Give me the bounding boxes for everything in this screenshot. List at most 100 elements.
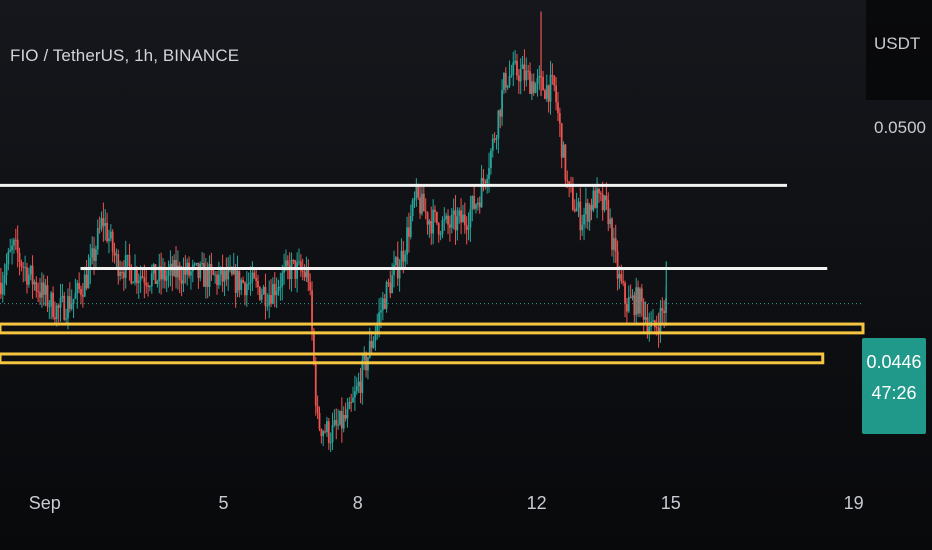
candle-body — [631, 295, 634, 298]
date-axis-tick: 8 — [352, 493, 363, 513]
candle-body — [663, 310, 666, 314]
candle-body — [190, 271, 192, 276]
candle-body — [516, 60, 518, 76]
candle-body — [499, 110, 502, 117]
candle-body — [547, 85, 550, 102]
candle-body — [109, 231, 112, 239]
candle-body — [136, 269, 138, 284]
candle-body — [57, 305, 60, 308]
candle-body — [108, 238, 110, 242]
candle-body — [353, 391, 356, 398]
candle-body — [292, 259, 295, 261]
candle-body — [167, 270, 170, 276]
candle-body — [614, 238, 617, 252]
candle-body — [18, 252, 21, 263]
candle-body — [273, 283, 276, 296]
candle-body — [29, 265, 32, 275]
candle-body — [93, 248, 95, 261]
candle-body — [536, 78, 539, 84]
price-chart[interactable] — [0, 0, 932, 550]
candle-body — [579, 201, 582, 231]
candle-body — [557, 102, 559, 113]
candle-body — [586, 202, 589, 222]
candle-body — [517, 75, 520, 82]
candle-body — [544, 90, 546, 99]
candle-body — [262, 286, 265, 295]
candle-body — [63, 295, 66, 320]
candle-body — [359, 381, 362, 393]
candle-body — [482, 178, 485, 182]
candle-body — [503, 73, 505, 91]
candle-body — [568, 181, 571, 184]
candle-body — [270, 294, 272, 304]
chart-title: FIO / TetherUS, 1h, BINANCE — [10, 46, 240, 65]
candle-body — [637, 287, 639, 314]
candle-body — [381, 298, 384, 311]
candle-body — [303, 272, 306, 278]
candle-body — [626, 303, 628, 312]
candle-body — [564, 144, 567, 181]
candle-body — [16, 239, 19, 253]
candle-body — [312, 330, 315, 363]
candle-body — [510, 74, 513, 76]
candle-body — [195, 262, 198, 264]
candle-body — [309, 282, 312, 291]
candle-body — [361, 360, 364, 393]
candle-body — [104, 222, 107, 227]
candle-body — [20, 262, 23, 267]
candle-body — [245, 283, 248, 296]
candle-body — [594, 190, 597, 208]
candle-body — [495, 138, 498, 140]
candle-body — [193, 263, 196, 266]
candle-body — [441, 220, 444, 235]
candle-body — [111, 231, 114, 252]
candle-body — [402, 250, 405, 262]
candle-body — [583, 214, 585, 225]
candle-body — [39, 292, 41, 298]
candle-body — [553, 76, 556, 86]
candle-body — [612, 238, 615, 250]
candle-body — [117, 254, 120, 276]
candle-body — [277, 286, 280, 291]
candle-body — [145, 282, 148, 286]
candle-body — [225, 270, 228, 280]
candle-body — [126, 255, 129, 257]
candle-body — [124, 255, 127, 278]
candle-body — [35, 282, 38, 292]
candle-body — [380, 310, 382, 313]
candle-body — [538, 75, 541, 79]
date-axis-tick: Sep — [28, 493, 61, 513]
candle-body — [59, 297, 62, 308]
candle-body — [251, 272, 254, 282]
candle-body — [324, 431, 326, 433]
candle-body — [11, 245, 13, 250]
candle-body — [333, 420, 336, 426]
candle-body — [98, 228, 101, 230]
candle-body — [406, 227, 408, 255]
candle-body — [514, 60, 517, 63]
candle-body — [648, 326, 651, 332]
candle-body — [1, 283, 4, 295]
candle-body — [409, 216, 412, 237]
candle-body — [454, 210, 457, 231]
candle-body — [335, 420, 338, 426]
candle-body — [346, 408, 349, 419]
candle-body — [339, 411, 341, 425]
candle-body — [491, 138, 494, 151]
candle-body — [318, 412, 321, 430]
candle-body — [447, 215, 449, 225]
candle-body — [590, 204, 593, 211]
candle-body — [162, 268, 164, 280]
candle-body — [508, 75, 511, 86]
candle-body — [355, 386, 358, 392]
candle-body — [549, 75, 552, 102]
candle-body — [603, 195, 606, 211]
chart-area[interactable]: FIO / TetherUS, 1h, BINANCE USDT 0.0500 … — [0, 0, 932, 550]
candle-body — [76, 283, 79, 294]
candle-body — [7, 251, 10, 265]
candle-body — [182, 268, 185, 284]
candle-body — [497, 110, 500, 139]
candle-body — [592, 190, 595, 211]
candle-body — [67, 296, 69, 319]
candle-body — [242, 280, 245, 283]
